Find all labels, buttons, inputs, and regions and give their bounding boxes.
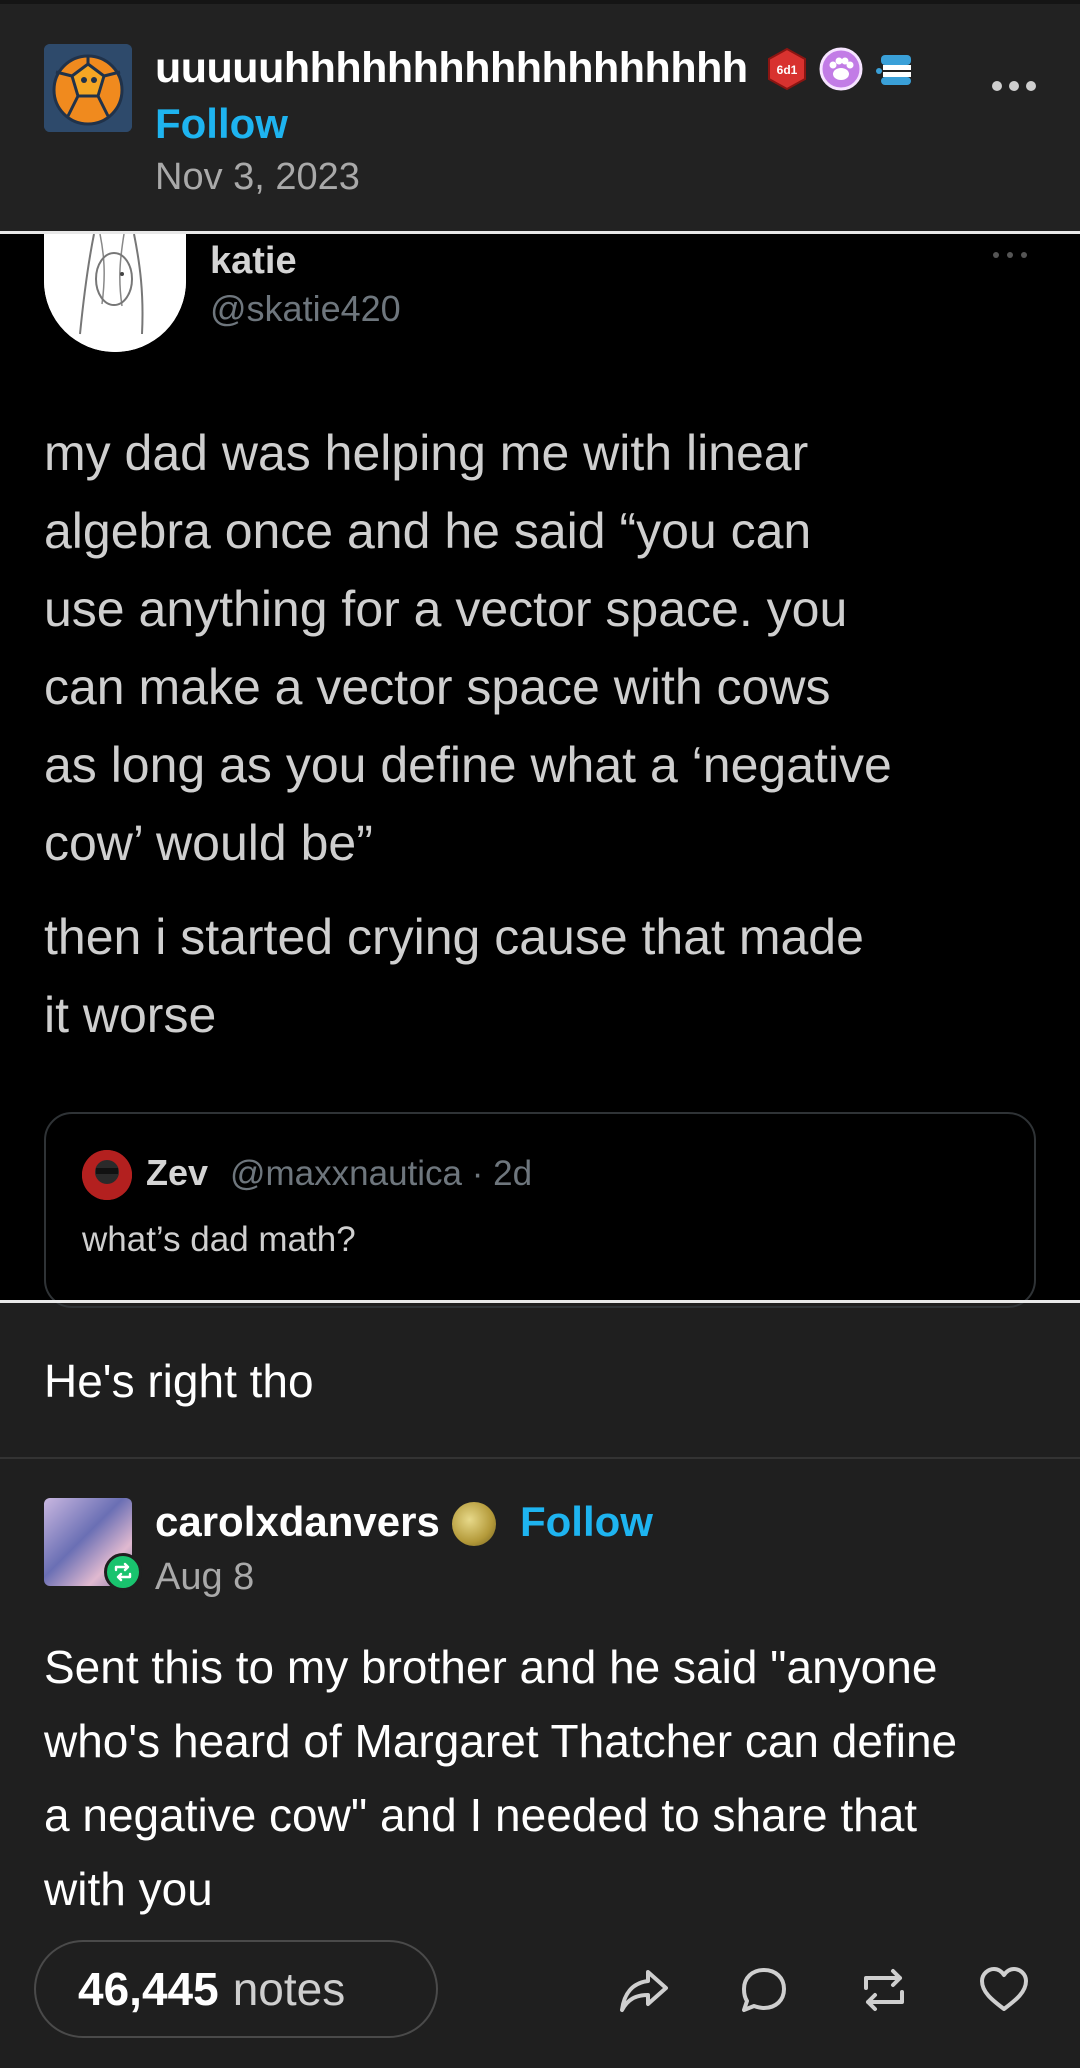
quoted-tweet-text: what’s dad math? bbox=[82, 1220, 356, 1259]
reblog-divider bbox=[0, 1457, 1080, 1459]
reblog-indicator-icon bbox=[104, 1553, 142, 1591]
reblog-text-line: who's heard of Margaret Thatcher can def… bbox=[44, 1715, 958, 1767]
share-icon[interactable] bbox=[616, 1962, 672, 2018]
reblogger-follow-button[interactable]: Follow bbox=[520, 1498, 653, 1546]
reblog-text-line: Sent this to my brother and he said "any… bbox=[44, 1641, 938, 1693]
badge-text: 6d1 bbox=[777, 63, 798, 77]
reblog-text-line: with you bbox=[44, 1863, 213, 1915]
paw-badge-icon bbox=[819, 47, 863, 91]
quoted-tweet: Zev @maxxnautica · 2d what’s dad math? bbox=[44, 1112, 1036, 1308]
reblog-text-line: a negative cow" and I needed to share th… bbox=[44, 1789, 918, 1841]
follow-button[interactable]: Follow bbox=[155, 100, 288, 148]
tweet-text-line: it worse bbox=[44, 987, 217, 1043]
reblog-date: Aug 8 bbox=[155, 1556, 255, 1598]
post-header: uuuuuhhhhhhhhhhhhhhhhhh 6d1 Follow Nov 3… bbox=[0, 4, 1080, 231]
tweet-more-icon bbox=[990, 248, 1030, 262]
tweet-author-handle: @skatie420 bbox=[210, 288, 401, 329]
notes-count: 46,445 bbox=[78, 1963, 219, 2015]
notes-label: notes bbox=[232, 1963, 346, 2015]
tweet-screenshot: katie @skatie420 my dad was helping me w… bbox=[0, 234, 1080, 1308]
post-date: Nov 3, 2023 bbox=[155, 156, 360, 198]
reblog-icon[interactable] bbox=[856, 1962, 912, 2018]
reblogger-username[interactable]: carolxdanvers bbox=[155, 1498, 440, 1546]
tweet-author-avatar bbox=[44, 234, 186, 352]
quoted-author-avatar bbox=[82, 1150, 132, 1200]
tweet-author-name: katie bbox=[210, 240, 297, 282]
tweet-text-continued: then i started crying cause that made it… bbox=[44, 898, 1044, 1054]
tweet-text-line: then i started crying cause that made bbox=[44, 909, 864, 965]
image-bottom-border bbox=[0, 1300, 1080, 1303]
notes-button[interactable]: 46,445 notes bbox=[34, 1940, 438, 2038]
d20-dice-badge-icon: 6d1 bbox=[765, 47, 809, 91]
author-username[interactable]: uuuuuhhhhhhhhhhhhhhhhhh bbox=[155, 44, 748, 93]
author-badges: 6d1 bbox=[765, 44, 917, 94]
chattering-teeth-badge-icon bbox=[873, 47, 917, 91]
author-avatar[interactable] bbox=[44, 44, 132, 132]
tweet-text: my dad was helping me with linear algebr… bbox=[44, 414, 1044, 882]
tweet-text-line: as long as you define what a ‘negative bbox=[44, 737, 892, 793]
tweet-text-line: use anything for a vector space. you bbox=[44, 581, 848, 637]
comment-icon[interactable] bbox=[736, 1962, 792, 2018]
post-caption: He's right tho bbox=[44, 1355, 314, 1407]
reblog-text: Sent this to my brother and he said "any… bbox=[44, 1630, 1044, 1926]
like-heart-icon[interactable] bbox=[976, 1962, 1032, 2018]
quoted-author-name: Zev bbox=[146, 1152, 209, 1193]
tweet-text-line: my dad was helping me with linear bbox=[44, 425, 809, 481]
quoted-author-meta: @maxxnautica · 2d bbox=[230, 1154, 533, 1193]
more-options-icon[interactable] bbox=[990, 76, 1038, 96]
tweet-text-line: algebra once and he said “you can bbox=[44, 503, 812, 559]
moon-badge-icon bbox=[452, 1502, 496, 1546]
tweet-text-line: can make a vector space with cows bbox=[44, 659, 831, 715]
tweet-text-line: cow’ would be” bbox=[44, 815, 373, 871]
